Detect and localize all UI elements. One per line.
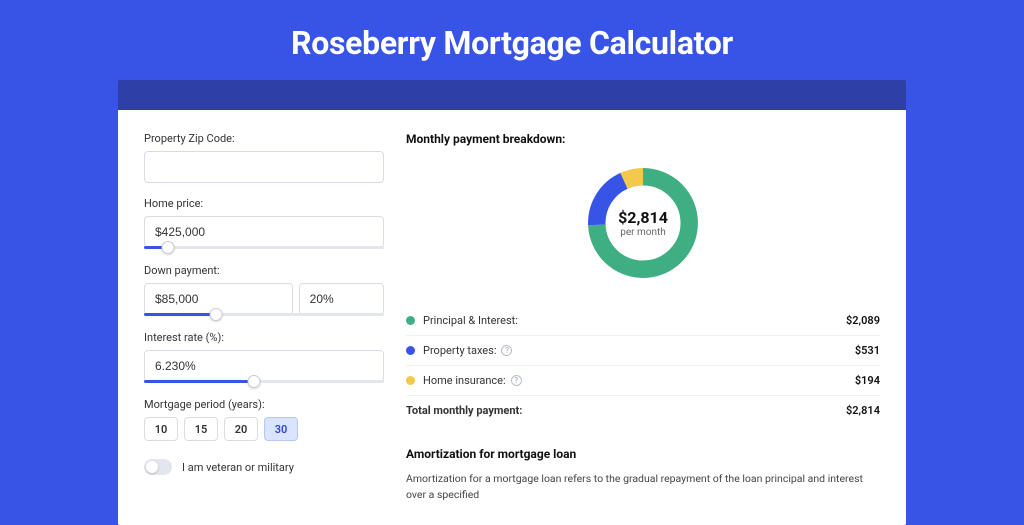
period-btn-15[interactable]: 15 (184, 417, 218, 441)
breakdown-row-principal: Principal & Interest: $2,089 (406, 306, 880, 336)
veteran-label: I am veteran or military (182, 461, 294, 474)
breakdown-value-insurance: $194 (855, 374, 880, 387)
breakdown-row-insurance: Home insurance: ? $194 (406, 366, 880, 396)
breakdown-label-principal: Principal & Interest: (423, 314, 846, 327)
home-price-label: Home price: (144, 197, 384, 210)
breakdown-column: Monthly payment breakdown: $2,814 per mo… (406, 132, 880, 503)
info-icon[interactable]: ? (501, 345, 512, 356)
donut-sub: per month (620, 227, 666, 238)
calculator-card: Property Zip Code: Home price: Down paym… (118, 110, 906, 525)
home-price-slider[interactable] (144, 246, 384, 250)
banner-bar (118, 80, 906, 110)
down-payment-field: Down payment: (144, 264, 384, 317)
period-btn-10[interactable]: 10 (144, 417, 178, 441)
period-btn-30[interactable]: 30 (264, 417, 298, 441)
interest-rate-input[interactable] (144, 350, 384, 382)
interest-rate-field: Interest rate (%): (144, 331, 384, 384)
donut-amount: $2,814 (618, 208, 668, 227)
interest-rate-slider[interactable] (144, 380, 384, 384)
home-price-field: Home price: (144, 197, 384, 250)
veteran-toggle[interactable] (144, 459, 172, 475)
info-icon[interactable]: ? (511, 375, 522, 386)
zip-field: Property Zip Code: (144, 132, 384, 183)
form-column: Property Zip Code: Home price: Down paym… (144, 132, 384, 503)
amortization-title: Amortization for mortgage loan (406, 447, 880, 461)
donut-chart: $2,814 per month (582, 162, 704, 284)
home-price-input[interactable] (144, 216, 384, 248)
page-title: Roseberry Mortgage Calculator (0, 0, 1024, 80)
amortization-text: Amortization for a mortgage loan refers … (406, 471, 880, 503)
mortgage-period-field: Mortgage period (years): 10 15 20 30 (144, 398, 384, 441)
breakdown-row-taxes: Property taxes: ? $531 (406, 336, 880, 366)
breakdown-label-total: Total monthly payment: (406, 404, 846, 417)
breakdown-value-total: $2,814 (846, 404, 880, 417)
breakdown-title: Monthly payment breakdown: (406, 132, 880, 146)
breakdown-value-principal: $2,089 (846, 314, 880, 327)
down-payment-label: Down payment: (144, 264, 384, 277)
down-payment-percent-input[interactable] (299, 283, 384, 315)
breakdown-label-taxes: Property taxes: ? (423, 344, 855, 357)
donut-wrap: $2,814 per month (406, 162, 880, 284)
down-payment-slider[interactable] (144, 313, 384, 317)
breakdown-value-taxes: $531 (855, 344, 880, 357)
zip-input[interactable] (144, 151, 384, 183)
donut-center: $2,814 per month (582, 162, 704, 284)
dot-insurance (406, 376, 415, 385)
dot-principal (406, 316, 415, 325)
zip-label: Property Zip Code: (144, 132, 384, 145)
mortgage-period-options: 10 15 20 30 (144, 417, 384, 441)
breakdown-row-total: Total monthly payment: $2,814 (406, 396, 880, 425)
dot-taxes (406, 346, 415, 355)
interest-rate-label: Interest rate (%): (144, 331, 384, 344)
veteran-row: I am veteran or military (144, 459, 384, 475)
breakdown-label-insurance: Home insurance: ? (423, 374, 855, 387)
period-btn-20[interactable]: 20 (224, 417, 258, 441)
mortgage-period-label: Mortgage period (years): (144, 398, 384, 411)
